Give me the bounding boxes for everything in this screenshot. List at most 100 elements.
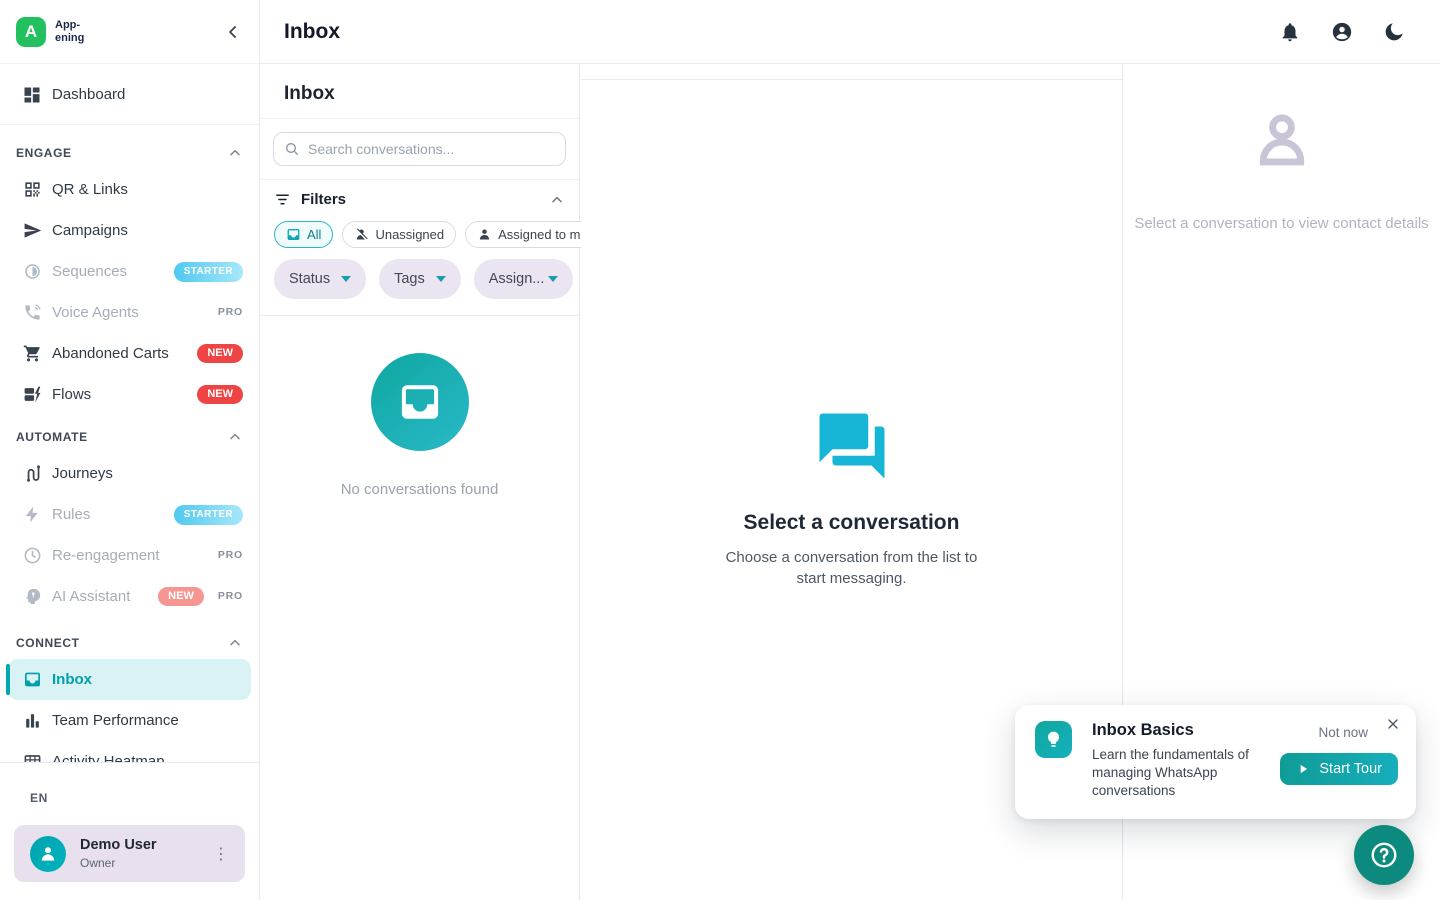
empty-state-text: No conversations found <box>341 481 499 498</box>
brand-name: App- ening <box>55 19 84 44</box>
sidebar-item-label: Dashboard <box>52 86 125 103</box>
search-box <box>273 132 566 166</box>
phone-icon <box>22 303 42 323</box>
notifications-button[interactable] <box>1279 21 1301 43</box>
filter-chip-all[interactable]: All <box>274 221 333 248</box>
sidebar-item-abandoned-carts[interactable]: Abandoned Carts NEW <box>0 333 259 374</box>
filter-icon <box>274 191 291 208</box>
help-button[interactable] <box>1354 825 1414 885</box>
person-off-icon <box>354 227 369 242</box>
section-header-automate[interactable]: AUTOMATE <box>16 429 243 445</box>
sidebar-bottom: EN Demo User Owner ⋮ <box>0 762 259 900</box>
tour-popup: Inbox Basics Learn the fundamentals of m… <box>1015 705 1416 819</box>
status-dropdown[interactable]: Status <box>274 259 366 299</box>
avatar <box>30 836 66 872</box>
empty-state-circle <box>371 353 469 451</box>
tags-dropdown[interactable]: Tags <box>379 259 461 299</box>
tour-title: Inbox Basics <box>1092 721 1264 740</box>
sidebar-item-dashboard[interactable]: Dashboard <box>0 74 259 115</box>
chevron-up-icon <box>227 429 243 445</box>
sidebar-item-label: Abandoned Carts <box>52 345 169 362</box>
new-badge: NEW <box>197 344 243 363</box>
bar-chart-icon <box>22 711 42 731</box>
brand-name-line1: App- <box>55 19 84 32</box>
dashboard-block: Dashboard <box>0 64 259 125</box>
user-menu-button[interactable]: ⋮ <box>207 840 235 868</box>
sidebar-item-activity-heatmap[interactable]: Activity Heatmap <box>0 741 259 762</box>
chevron-up-icon <box>227 635 243 651</box>
tour-text: Inbox Basics Learn the fundamentals of m… <box>1092 721 1264 801</box>
close-button[interactable] <box>1385 716 1401 732</box>
search-icon <box>284 141 300 157</box>
sidebar-item-label: Re-engagement <box>52 547 160 564</box>
tour-actions: Not now Start Tour <box>1280 721 1398 801</box>
assignee-dropdown[interactable]: Assign... <box>474 259 574 299</box>
sidebar-item-sequences[interactable]: Sequences STARTER <box>0 251 259 292</box>
section-header-engage[interactable]: ENGAGE <box>16 145 243 161</box>
topbar: Inbox <box>260 0 1440 64</box>
sidebar-collapse-button[interactable] <box>223 22 243 42</box>
lightbulb-tile <box>1035 721 1072 758</box>
filters-block: Filters All Unassigned Assigned to me St… <box>260 180 579 316</box>
sidebar-item-ai-assistant[interactable]: AI Assistant NEW PRO <box>0 576 259 617</box>
user-meta: Demo User Owner <box>80 837 157 870</box>
sidebar-item-rules[interactable]: Rules STARTER <box>0 494 259 535</box>
start-tour-button[interactable]: Start Tour <box>1280 753 1398 785</box>
filter-chip-unassigned[interactable]: Unassigned <box>342 221 456 248</box>
sidebar-item-label: Journeys <box>52 465 113 482</box>
play-icon <box>1296 762 1310 776</box>
account-circle-icon <box>1331 21 1353 43</box>
new-badge: NEW <box>158 587 204 606</box>
route-icon <box>22 464 42 484</box>
new-badge: NEW <box>197 385 243 404</box>
section-header-connect[interactable]: CONNECT <box>16 635 243 651</box>
close-icon <box>1385 716 1401 732</box>
caret-down-icon <box>341 276 351 282</box>
user-role: Owner <box>80 856 157 870</box>
section-label: AUTOMATE <box>16 430 88 444</box>
pro-badge: PRO <box>218 591 243 602</box>
filter-chip-assigned-to-me[interactable]: Assigned to me <box>465 221 600 248</box>
sidebar-logo-row: A App- ening <box>0 0 259 64</box>
sidebar-item-qr-links[interactable]: QR & Links <box>0 169 259 210</box>
quick-filter-chips: All Unassigned Assigned to me <box>274 221 565 248</box>
brand-logo-letter: A <box>25 22 37 42</box>
section-label: ENGAGE <box>16 146 72 160</box>
sidebar-item-re-engagement[interactable]: Re-engagement PRO <box>0 535 259 576</box>
dashboard-icon <box>22 85 42 105</box>
conversation-list-empty-state: No conversations found <box>260 316 579 900</box>
chat-empty-subtitle: Choose a conversation from the list to s… <box>712 547 992 590</box>
account-button[interactable] <box>1331 21 1353 43</box>
dark-mode-toggle[interactable] <box>1383 21 1405 43</box>
chip-label: All <box>307 227 321 242</box>
chevron-up-icon <box>227 145 243 161</box>
sidebar-item-flows[interactable]: Flows NEW <box>0 374 259 415</box>
sidebar-item-team-performance[interactable]: Team Performance <box>0 700 259 741</box>
lightbulb-icon <box>1043 729 1064 750</box>
not-now-button[interactable]: Not now <box>1318 725 1368 740</box>
filters-collapse-button[interactable] <box>549 192 565 208</box>
sidebar-item-inbox[interactable]: Inbox <box>8 659 251 700</box>
sidebar-item-label: AI Assistant <box>52 588 130 605</box>
sidebar-item-label: QR & Links <box>52 181 128 198</box>
sidebar-item-label: Sequences <box>52 263 127 280</box>
chat-header-placeholder <box>581 64 1122 80</box>
pro-badge: PRO <box>218 307 243 318</box>
sidebar-item-journeys[interactable]: Journeys <box>0 453 259 494</box>
search-input[interactable] <box>308 141 555 157</box>
language-selector[interactable]: EN <box>30 791 48 805</box>
search-area <box>260 119 579 180</box>
topbar-icons <box>1279 21 1405 43</box>
user-name: Demo User <box>80 837 157 853</box>
user-card[interactable]: Demo User Owner ⋮ <box>14 825 245 882</box>
inbox-icon <box>397 379 443 425</box>
qr-code-icon <box>22 180 42 200</box>
sidebar-item-voice-agents[interactable]: Voice Agents PRO <box>0 292 259 333</box>
caret-down-icon <box>548 276 558 282</box>
lightning-icon <box>22 505 42 525</box>
chat-bubbles-icon <box>813 407 891 485</box>
sidebar-item-label: Rules <box>52 506 90 523</box>
chat-empty-title: Select a conversation <box>744 511 960 535</box>
dropdown-label: Tags <box>394 271 425 287</box>
sidebar-item-campaigns[interactable]: Campaigns <box>0 210 259 251</box>
